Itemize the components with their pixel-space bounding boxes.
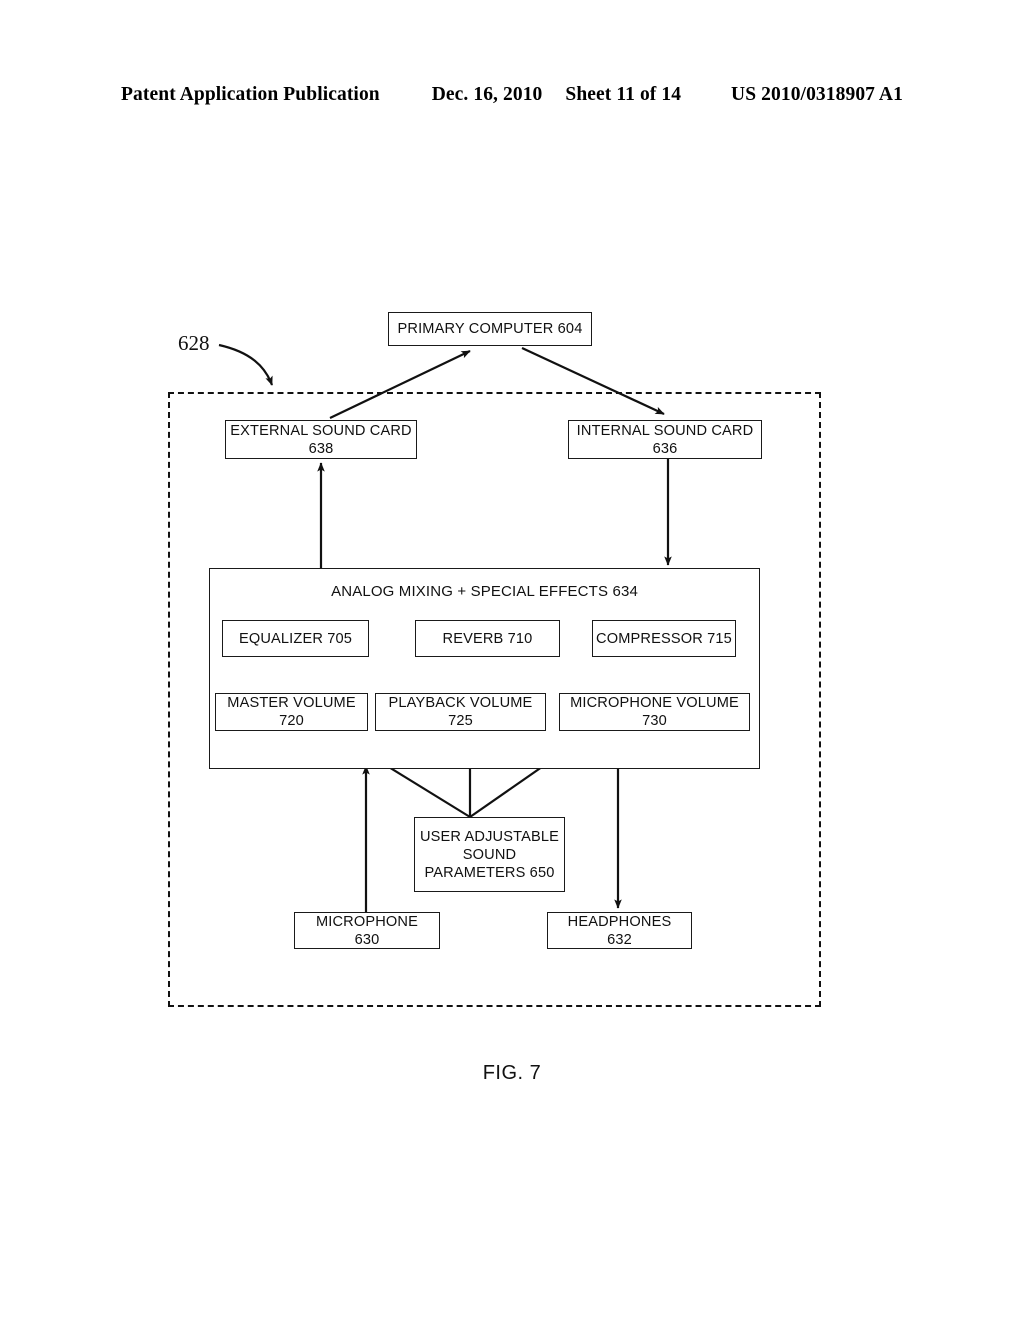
block-internal-sound-card-line2: 636: [652, 440, 678, 457]
block-analog-mixing: ANALOG MIXING + SPECIAL EFFECTS 634: [209, 568, 760, 769]
block-external-sound-card: EXTERNAL SOUND CARD 638: [225, 420, 417, 459]
block-equalizer-line1: EQUALIZER 705: [238, 630, 353, 647]
block-playback-volume: PLAYBACK VOLUME 725: [375, 693, 546, 731]
block-headphones-line1: HEADPHONES: [567, 913, 672, 930]
block-internal-sound-card-line1: INTERNAL SOUND CARD: [576, 422, 754, 439]
block-master-volume-line2: 720: [279, 713, 304, 729]
block-analog-mixing-title: ANALOG MIXING + SPECIAL EFFECTS 634: [331, 583, 638, 600]
block-microphone: MICROPHONE 630: [294, 912, 440, 949]
block-microphone-line1: MICROPHONE: [315, 913, 419, 930]
figure-caption: FIG. 7: [482, 1062, 542, 1084]
block-external-sound-card-line2: 638: [308, 440, 334, 457]
block-external-sound-card-line1: EXTERNAL SOUND CARD: [230, 422, 412, 439]
block-microphone-volume-line1: MICROPHONE VOLUME: [570, 695, 739, 711]
block-reverb-line1: REVERB 710: [442, 630, 533, 647]
block-user-adjustable-parameters-line1: USER ADJUSTABLE: [419, 828, 560, 845]
block-user-adjustable-parameters-line3: PARAMETERS 650: [424, 864, 555, 881]
block-master-volume-line1: MASTER VOLUME: [227, 695, 356, 711]
block-microphone-volume: MICROPHONE VOLUME 730: [559, 693, 750, 731]
block-microphone-volume-line2: 730: [642, 713, 667, 729]
block-compressor-line1: COMPRESSOR 715: [596, 630, 732, 647]
block-playback-volume-line1: PLAYBACK VOLUME: [388, 695, 533, 711]
block-equalizer: EQUALIZER 705: [222, 620, 369, 657]
figure-7: 628 PRIMARY COMPUTER 604 EXTERNAL SOUND …: [0, 0, 1024, 1320]
reference-label-628: 628: [178, 331, 210, 355]
block-user-adjustable-parameters: USER ADJUSTABLE SOUND PARAMETERS 650: [414, 817, 565, 892]
block-internal-sound-card: INTERNAL SOUND CARD 636: [568, 420, 762, 459]
block-primary-computer: PRIMARY COMPUTER 604: [388, 312, 592, 346]
leader-628: [218, 343, 274, 386]
block-headphones: HEADPHONES 632: [547, 912, 692, 949]
block-compressor: COMPRESSOR 715: [592, 620, 736, 657]
block-master-volume: MASTER VOLUME 720: [215, 693, 368, 731]
block-user-adjustable-parameters-line2: SOUND: [462, 846, 517, 863]
block-playback-volume-line2: 725: [448, 713, 473, 729]
block-microphone-line2: 630: [354, 931, 380, 948]
block-primary-computer-line1: PRIMARY COMPUTER 604: [397, 321, 583, 337]
block-reverb: REVERB 710: [415, 620, 560, 657]
block-headphones-line2: 632: [607, 931, 632, 948]
